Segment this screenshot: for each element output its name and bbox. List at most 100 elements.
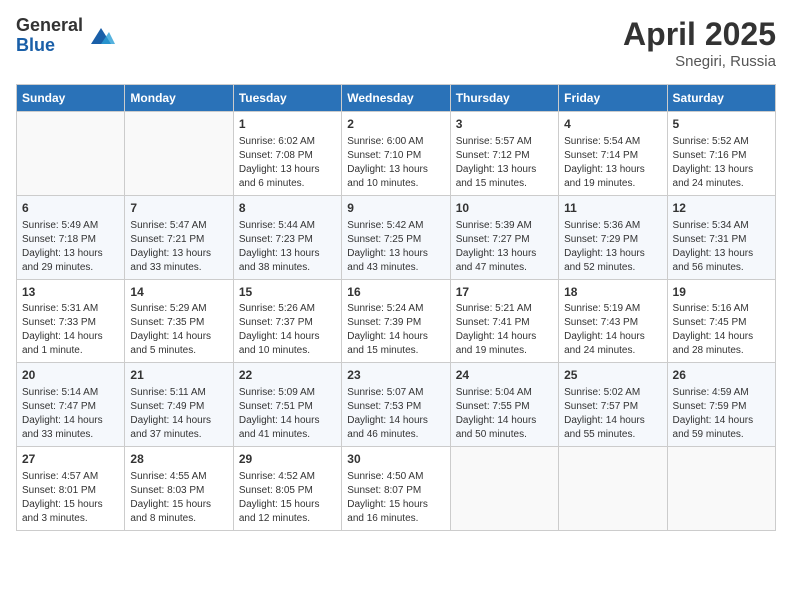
calendar-day-cell: 24 Sunrise: 5:04 AM Sunset: 7:55 PM Dayli… <box>450 363 558 447</box>
day-of-week-header: Wednesday <box>342 85 450 112</box>
calendar-day-cell: 21 Sunrise: 5:11 AM Sunset: 7:49 PM Dayli… <box>125 363 233 447</box>
calendar-day-cell: 9 Sunrise: 5:42 AM Sunset: 7:25 PM Daylig… <box>342 195 450 279</box>
day-number: 29 <box>239 451 336 468</box>
day-info: Sunrise: 5:07 AM Sunset: 7:53 PM Dayligh… <box>347 386 444 442</box>
day-number: 4 <box>564 116 661 133</box>
location-subtitle: Snegiri, Russia <box>623 53 776 70</box>
calendar-day-cell: 1 Sunrise: 6:02 AM Sunset: 7:08 PM Daylig… <box>233 112 341 196</box>
calendar-day-cell: 2 Sunrise: 6:00 AM Sunset: 7:10 PM Daylig… <box>342 112 450 196</box>
day-number: 24 <box>456 367 553 384</box>
day-number: 23 <box>347 367 444 384</box>
day-number: 22 <box>239 367 336 384</box>
day-info: Sunrise: 5:39 AM Sunset: 7:27 PM Dayligh… <box>456 219 553 275</box>
calendar-day-cell: 22 Sunrise: 5:09 AM Sunset: 7:51 PM Dayli… <box>233 363 341 447</box>
day-number: 5 <box>673 116 770 133</box>
logo-blue: Blue <box>16 36 83 56</box>
day-number: 30 <box>347 451 444 468</box>
calendar-day-cell: 7 Sunrise: 5:47 AM Sunset: 7:21 PM Daylig… <box>125 195 233 279</box>
logo-icon <box>87 22 115 50</box>
day-info: Sunrise: 5:21 AM Sunset: 7:41 PM Dayligh… <box>456 302 553 358</box>
calendar-day-cell: 29 Sunrise: 4:52 AM Sunset: 8:05 PM Dayli… <box>233 447 341 531</box>
day-number: 1 <box>239 116 336 133</box>
day-number: 12 <box>673 200 770 217</box>
calendar-table: SundayMondayTuesdayWednesdayThursdayFrid… <box>16 84 776 531</box>
calendar-day-cell: 27 Sunrise: 4:57 AM Sunset: 8:01 PM Dayli… <box>17 447 125 531</box>
day-of-week-header: Thursday <box>450 85 558 112</box>
day-info: Sunrise: 4:50 AM Sunset: 8:07 PM Dayligh… <box>347 470 444 526</box>
day-info: Sunrise: 5:02 AM Sunset: 7:57 PM Dayligh… <box>564 386 661 442</box>
calendar-day-cell: 23 Sunrise: 5:07 AM Sunset: 7:53 PM Dayli… <box>342 363 450 447</box>
page-header: General Blue April 2025 Snegiri, Russia <box>16 16 776 70</box>
day-number: 11 <box>564 200 661 217</box>
day-info: Sunrise: 5:44 AM Sunset: 7:23 PM Dayligh… <box>239 219 336 275</box>
day-info: Sunrise: 5:26 AM Sunset: 7:37 PM Dayligh… <box>239 302 336 358</box>
day-number: 7 <box>130 200 227 217</box>
day-number: 3 <box>456 116 553 133</box>
calendar-day-cell: 26 Sunrise: 4:59 AM Sunset: 7:59 PM Dayli… <box>667 363 775 447</box>
calendar-day-cell <box>125 112 233 196</box>
day-info: Sunrise: 5:34 AM Sunset: 7:31 PM Dayligh… <box>673 219 770 275</box>
day-number: 20 <box>22 367 119 384</box>
day-info: Sunrise: 4:57 AM Sunset: 8:01 PM Dayligh… <box>22 470 119 526</box>
day-info: Sunrise: 4:52 AM Sunset: 8:05 PM Dayligh… <box>239 470 336 526</box>
day-number: 18 <box>564 284 661 301</box>
calendar-day-cell: 6Sunrise: 5:49 AM Sunset: 7:18 PM Daylig… <box>17 195 125 279</box>
calendar-day-cell <box>17 112 125 196</box>
day-number: 14 <box>130 284 227 301</box>
day-of-week-header: Sunday <box>17 85 125 112</box>
day-info: Sunrise: 6:02 AM Sunset: 7:08 PM Dayligh… <box>239 135 336 191</box>
day-number: 26 <box>673 367 770 384</box>
calendar-day-cell: 19Sunrise: 5:16 AM Sunset: 7:45 PM Dayli… <box>667 279 775 363</box>
day-of-week-header: Monday <box>125 85 233 112</box>
calendar-day-cell: 13Sunrise: 5:31 AM Sunset: 7:33 PM Dayli… <box>17 279 125 363</box>
month-title: April 2025 <box>623 16 776 53</box>
day-info: Sunrise: 6:00 AM Sunset: 7:10 PM Dayligh… <box>347 135 444 191</box>
day-of-week-header: Saturday <box>667 85 775 112</box>
calendar-week-row: 1 Sunrise: 6:02 AM Sunset: 7:08 PM Daylig… <box>17 112 776 196</box>
calendar-body: 1 Sunrise: 6:02 AM Sunset: 7:08 PM Daylig… <box>17 112 776 531</box>
calendar-day-cell: 10Sunrise: 5:39 AM Sunset: 7:27 PM Dayli… <box>450 195 558 279</box>
day-info: Sunrise: 5:49 AM Sunset: 7:18 PM Dayligh… <box>22 219 119 275</box>
day-number: 19 <box>673 284 770 301</box>
day-info: Sunrise: 5:54 AM Sunset: 7:14 PM Dayligh… <box>564 135 661 191</box>
day-number: 28 <box>130 451 227 468</box>
day-number: 8 <box>239 200 336 217</box>
calendar-week-row: 13Sunrise: 5:31 AM Sunset: 7:33 PM Dayli… <box>17 279 776 363</box>
day-info: Sunrise: 5:42 AM Sunset: 7:25 PM Dayligh… <box>347 219 444 275</box>
title-block: April 2025 Snegiri, Russia <box>623 16 776 70</box>
day-number: 16 <box>347 284 444 301</box>
calendar-header-row: SundayMondayTuesdayWednesdayThursdayFrid… <box>17 85 776 112</box>
calendar-day-cell <box>450 447 558 531</box>
day-info: Sunrise: 5:31 AM Sunset: 7:33 PM Dayligh… <box>22 302 119 358</box>
day-number: 9 <box>347 200 444 217</box>
day-number: 27 <box>22 451 119 468</box>
calendar-day-cell: 3Sunrise: 5:57 AM Sunset: 7:12 PM Daylig… <box>450 112 558 196</box>
day-number: 25 <box>564 367 661 384</box>
logo: General Blue <box>16 16 115 56</box>
calendar-day-cell: 15Sunrise: 5:26 AM Sunset: 7:37 PM Dayli… <box>233 279 341 363</box>
calendar-day-cell: 25 Sunrise: 5:02 AM Sunset: 7:57 PM Dayli… <box>559 363 667 447</box>
calendar-day-cell: 8 Sunrise: 5:44 AM Sunset: 7:23 PM Daylig… <box>233 195 341 279</box>
calendar-day-cell: 5 Sunrise: 5:52 AM Sunset: 7:16 PM Daylig… <box>667 112 775 196</box>
day-info: Sunrise: 4:59 AM Sunset: 7:59 PM Dayligh… <box>673 386 770 442</box>
day-info: Sunrise: 5:04 AM Sunset: 7:55 PM Dayligh… <box>456 386 553 442</box>
day-info: Sunrise: 5:11 AM Sunset: 7:49 PM Dayligh… <box>130 386 227 442</box>
day-number: 21 <box>130 367 227 384</box>
day-info: Sunrise: 5:47 AM Sunset: 7:21 PM Dayligh… <box>130 219 227 275</box>
calendar-day-cell: 14Sunrise: 5:29 AM Sunset: 7:35 PM Dayli… <box>125 279 233 363</box>
calendar-week-row: 6Sunrise: 5:49 AM Sunset: 7:18 PM Daylig… <box>17 195 776 279</box>
calendar-day-cell: 17Sunrise: 5:21 AM Sunset: 7:41 PM Dayli… <box>450 279 558 363</box>
day-info: Sunrise: 5:36 AM Sunset: 7:29 PM Dayligh… <box>564 219 661 275</box>
day-info: Sunrise: 5:24 AM Sunset: 7:39 PM Dayligh… <box>347 302 444 358</box>
day-info: Sunrise: 5:14 AM Sunset: 7:47 PM Dayligh… <box>22 386 119 442</box>
calendar-week-row: 27 Sunrise: 4:57 AM Sunset: 8:01 PM Dayli… <box>17 447 776 531</box>
day-number: 15 <box>239 284 336 301</box>
calendar-day-cell: 20 Sunrise: 5:14 AM Sunset: 7:47 PM Dayli… <box>17 363 125 447</box>
day-info: Sunrise: 5:29 AM Sunset: 7:35 PM Dayligh… <box>130 302 227 358</box>
calendar-day-cell: 11 Sunrise: 5:36 AM Sunset: 7:29 PM Dayli… <box>559 195 667 279</box>
calendar-day-cell: 4 Sunrise: 5:54 AM Sunset: 7:14 PM Daylig… <box>559 112 667 196</box>
day-info: Sunrise: 5:09 AM Sunset: 7:51 PM Dayligh… <box>239 386 336 442</box>
day-info: Sunrise: 5:52 AM Sunset: 7:16 PM Dayligh… <box>673 135 770 191</box>
day-number: 2 <box>347 116 444 133</box>
day-info: Sunrise: 4:55 AM Sunset: 8:03 PM Dayligh… <box>130 470 227 526</box>
